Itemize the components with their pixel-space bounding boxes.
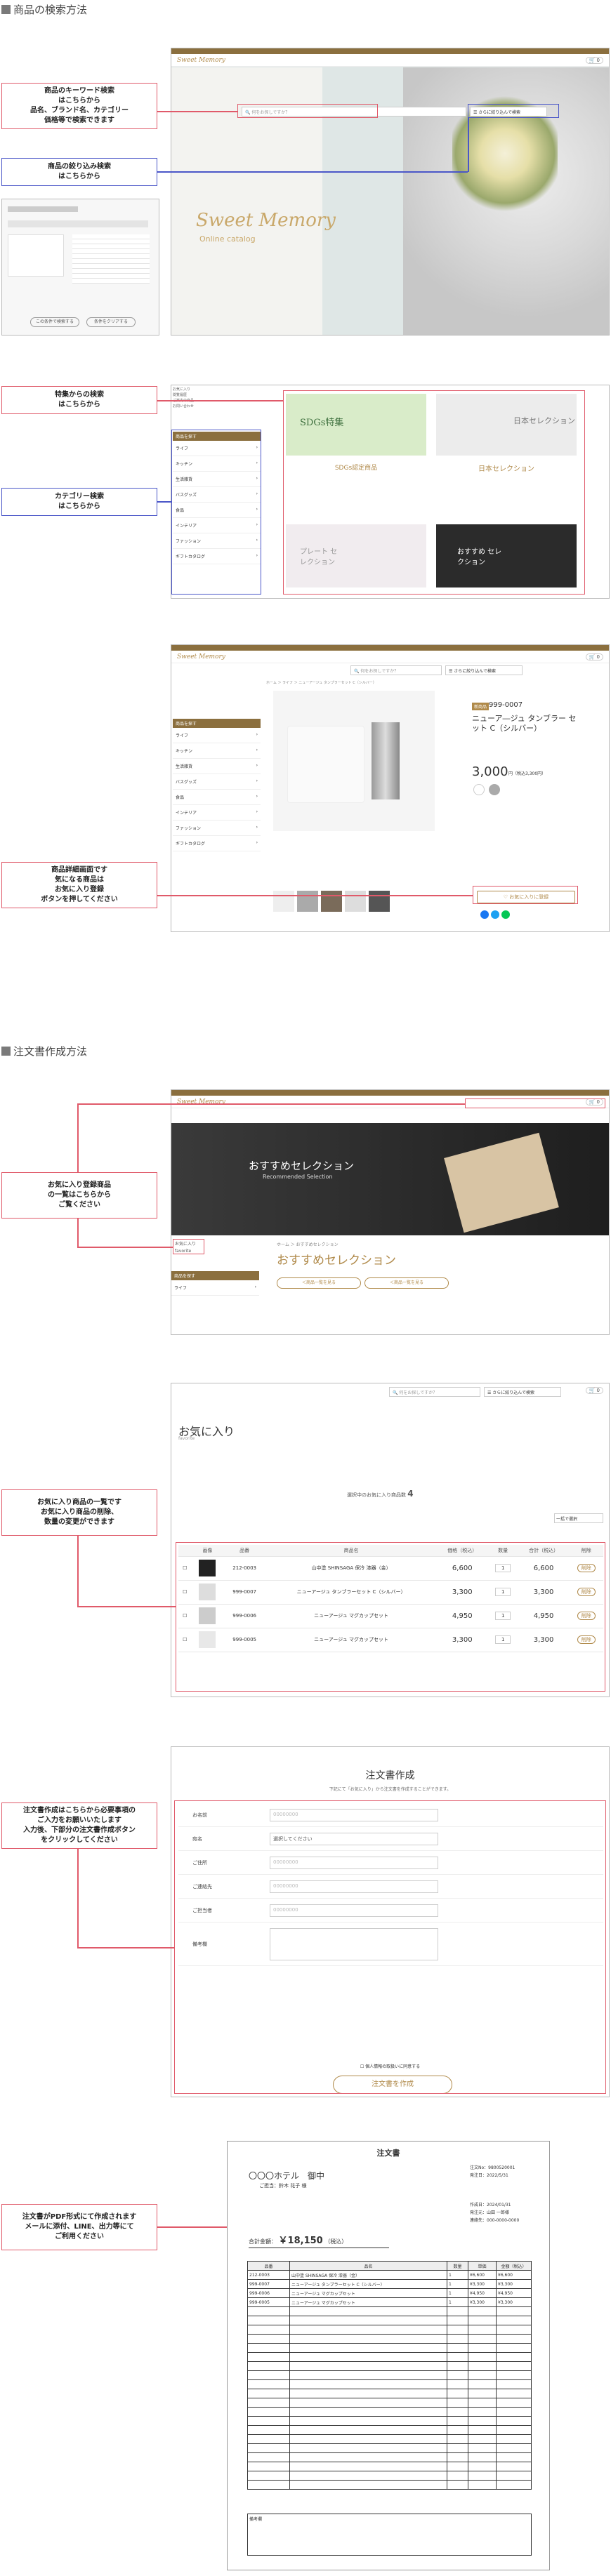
highlight-orderform xyxy=(174,1800,606,2094)
recommend-banner: おすすめセレクション Recommended Selection xyxy=(171,1123,609,1235)
screenshot-invoice: 注文書 〇〇〇ホテル 御中 ご担当：鈴木 花子 様 注文No：980052000… xyxy=(227,2141,550,2570)
callout-pdf: 注文書がPDF形式にて作成されます メールに添付、LINE、出力等にて ご利用くださ… xyxy=(1,2204,157,2250)
recommend-button-1[interactable]: ＜商品一覧を見る xyxy=(277,1277,361,1289)
highlight-search xyxy=(237,104,378,118)
callout-orderform: 注文書作成はこちらから必要事項の ご入力をお願いいたします 入力後、下部分の注文書作… xyxy=(1,1802,157,1849)
product-code: 999-0007 xyxy=(489,701,523,709)
bulk-select[interactable]: 一括で選択 xyxy=(554,1513,603,1523)
cart-icon[interactable]: 🛒 0 xyxy=(585,57,603,64)
screenshot-recommend: Sweet Memory 🛒 0 おすすめセレクション Recommended S… xyxy=(171,1089,610,1335)
section-heading-order: 注文書作成方法 xyxy=(1,1044,87,1058)
invoice-total: 合計金額： ￥18,150 （税込） xyxy=(249,2233,389,2248)
product-image xyxy=(273,691,435,831)
invoice-remarks: 備考欄 xyxy=(247,2514,532,2556)
section-heading-search: 商品の検索方法 xyxy=(1,2,87,17)
product-name: ニューア―ジュ タンブラー セット C（シルバー） xyxy=(472,714,577,733)
invoice-meta: 注文No：9800520001 発注日：2022/5/31 xyxy=(470,2165,515,2178)
screenshot-top: Sweet Memory 🛒 0 Sweet Memory Online cata… xyxy=(171,48,610,336)
product-price: 3,000 xyxy=(472,764,508,779)
recommend-button-2[interactable]: ＜商品一覧を見る xyxy=(364,1277,449,1289)
callout-favedit: お気に入り商品の一覧です お気に入り商品の削除、 数量の変更ができます xyxy=(1,1489,157,1536)
callout-favlist: お気に入り登録商品 の一覧はこちらから ご覧ください xyxy=(1,1172,157,1219)
highlight-filter xyxy=(468,104,559,118)
recommend-title: おすすめセレクション xyxy=(277,1254,396,1268)
callout-detail: 商品詳細画面です 気になる商品は お気に入り登録 ボタンを押してください xyxy=(1,862,157,908)
highlight-favorites-table xyxy=(176,1542,605,1692)
invoice-recipient: 〇〇〇ホテル 御中 xyxy=(249,2171,325,2181)
highlight-category xyxy=(171,430,261,595)
new-badge: 新商品 xyxy=(472,703,490,710)
site-logo[interactable]: Sweet Memory xyxy=(177,57,225,64)
hero-title: Sweet Memory xyxy=(196,210,336,231)
highlight-features xyxy=(283,390,585,595)
hero-subtitle: Online catalog xyxy=(199,234,256,244)
filter-panel: この条件で検索する 条件をクリアする xyxy=(1,199,159,336)
product-search-input[interactable]: 🔍 何をお探しですか？ xyxy=(350,665,442,675)
callout-feature: 特集からの検索 はこちらから xyxy=(1,386,157,414)
highlight-favorite-button xyxy=(473,886,578,904)
invoice-title: 注文書 xyxy=(376,2149,400,2158)
callout-keyword: 商品のキーワード検索 はこちらから 品名、ブランド名、カテゴリー 価格等で検索できます xyxy=(1,83,157,129)
product-filter-button[interactable]: ☰ さらに絞り込んで検索 xyxy=(445,665,523,675)
orderform-title: 注文書作成 xyxy=(365,1770,415,1781)
callout-category: カテゴリー検索 はこちらから xyxy=(1,488,157,516)
favorite-count: 選択中のお気に入り商品数 4 xyxy=(347,1489,414,1499)
callout-filter: 商品の絞り込み検索 はこちらから xyxy=(1,158,157,186)
highlight-favorite-link xyxy=(173,1239,204,1254)
